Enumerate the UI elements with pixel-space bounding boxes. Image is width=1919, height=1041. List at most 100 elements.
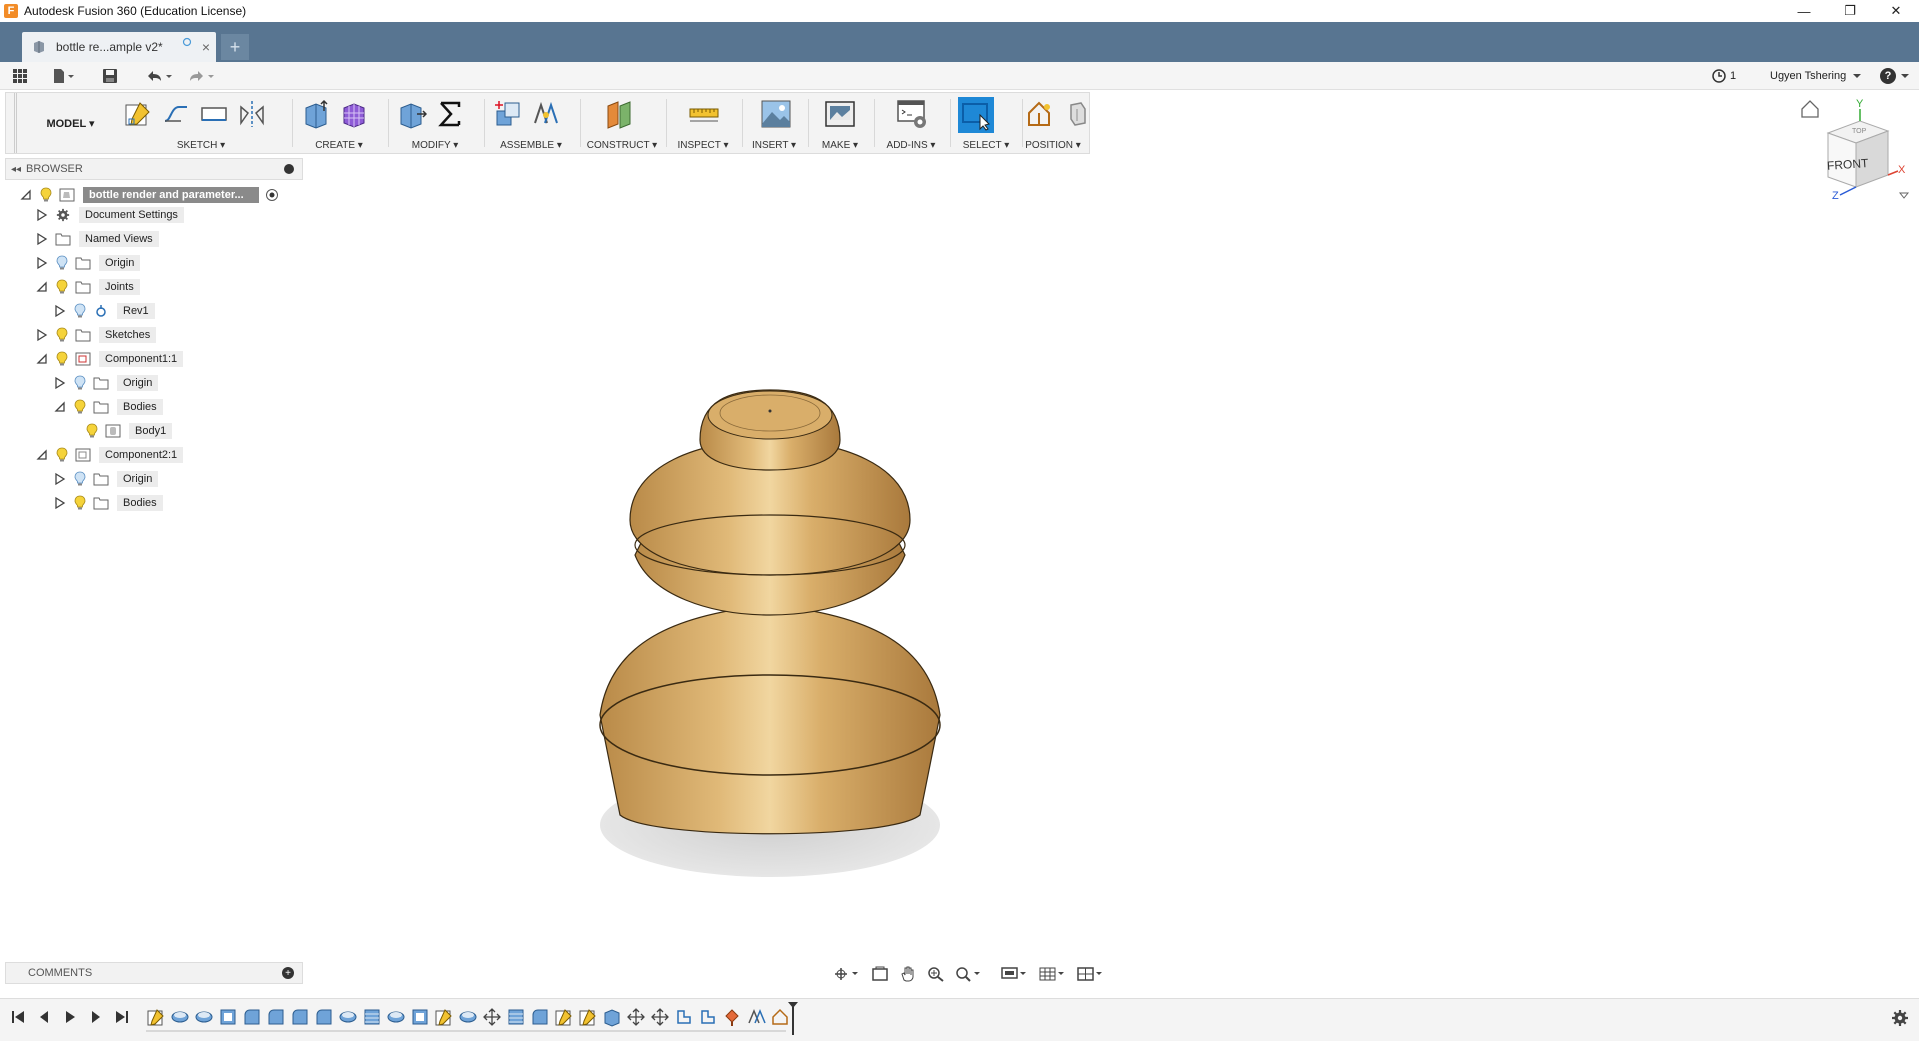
lightbulb-off-icon[interactable] <box>73 303 87 319</box>
modify-menu[interactable]: MODIFY ▾ <box>390 140 480 151</box>
press-pull-icon[interactable] <box>396 97 428 131</box>
viewcube-menu-icon[interactable] <box>1898 192 1910 199</box>
fit-zoom-icon[interactable] <box>952 963 986 985</box>
tree-item-origin[interactable]: Origin <box>35 252 141 274</box>
restore-button[interactable]: ❐ <box>1827 0 1873 22</box>
timeline-shell-icon[interactable] <box>410 1007 430 1027</box>
tree-item-component1[interactable]: Component1:1 <box>35 348 184 370</box>
bottle-3d-model[interactable] <box>590 385 950 905</box>
position-menu[interactable]: POSITION ▾ <box>1016 140 1090 151</box>
close-tab-button[interactable]: × <box>196 39 216 55</box>
lightbulb-icon[interactable] <box>73 495 87 511</box>
viewports-icon[interactable] <box>1074 963 1108 985</box>
timeline-align-icon[interactable] <box>674 1007 694 1027</box>
home-view-icon[interactable] <box>1801 100 1819 118</box>
collapse-browser-icon[interactable]: ◂◂ <box>6 164 26 175</box>
step-forward-icon[interactable] <box>88 1009 104 1025</box>
insert-image-icon[interactable] <box>760 97 792 131</box>
undo-icon[interactable] <box>144 66 174 86</box>
tree-item-component1-origin[interactable]: Origin <box>53 372 159 394</box>
user-account-menu[interactable]: Ugyen Tshering <box>1770 62 1862 90</box>
tree-item-document-settings[interactable]: Document Settings <box>35 204 184 226</box>
timeline-extrude-icon[interactable] <box>602 1007 622 1027</box>
orbit-icon[interactable] <box>830 963 864 985</box>
timeline-split-icon[interactable] <box>506 1007 526 1027</box>
play-icon[interactable] <box>62 1009 78 1025</box>
timeline-fillet-icon[interactable] <box>290 1007 310 1027</box>
timeline-revolve-icon[interactable] <box>458 1007 478 1027</box>
collapsed-triangle-icon[interactable] <box>35 208 49 222</box>
timeline-joint-icon[interactable] <box>722 1007 742 1027</box>
lightbulb-off-icon[interactable] <box>55 255 69 271</box>
sketch-menu[interactable]: SKETCH ▾ <box>116 140 286 151</box>
form-icon[interactable] <box>338 97 370 131</box>
browser-pin-icon[interactable] <box>284 164 294 174</box>
timeline-revolve-icon[interactable] <box>338 1007 358 1027</box>
save-icon[interactable] <box>102 66 118 86</box>
collapsed-triangle-icon[interactable] <box>35 256 49 270</box>
timeline-align-icon[interactable] <box>698 1007 718 1027</box>
timeline-split-icon[interactable] <box>362 1007 382 1027</box>
collapsed-triangle-icon[interactable] <box>35 232 49 246</box>
timeline-revolve-icon[interactable] <box>170 1007 190 1027</box>
tree-item-rev1[interactable]: Rev1 <box>53 300 155 322</box>
collapsed-triangle-icon[interactable] <box>53 472 67 486</box>
collapsed-triangle-icon[interactable] <box>53 496 67 510</box>
timeline-sketch-icon[interactable] <box>146 1007 166 1027</box>
tree-item-sketches[interactable]: Sketches <box>35 324 157 346</box>
timeline-shell-icon[interactable] <box>218 1007 238 1027</box>
workspace-switcher[interactable]: MODEL ▾ <box>14 93 124 153</box>
redo-icon[interactable] <box>186 66 216 86</box>
collapsed-triangle-icon[interactable] <box>53 304 67 318</box>
timeline-move-icon[interactable] <box>650 1007 670 1027</box>
add-comment-button[interactable]: + <box>282 967 294 979</box>
lightbulb-icon[interactable] <box>55 327 69 343</box>
display-settings-icon[interactable] <box>998 963 1032 985</box>
file-menu-icon[interactable] <box>52 66 76 86</box>
joint-icon[interactable] <box>530 97 562 131</box>
tree-item-component1-bodies[interactable]: Bodies <box>53 396 163 418</box>
create-menu[interactable]: CREATE ▾ <box>294 140 384 151</box>
viewcube[interactable]: TOP FRONT X Y Z <box>1800 95 1910 205</box>
timeline-sketch-icon[interactable] <box>434 1007 454 1027</box>
assemble-menu[interactable]: ASSEMBLE ▾ <box>486 140 576 151</box>
capture-position-icon[interactable] <box>1024 97 1056 131</box>
look-at-icon[interactable] <box>868 963 892 985</box>
insert-menu[interactable]: INSERT ▾ <box>744 140 804 151</box>
tree-item-component2-origin[interactable]: Origin <box>53 468 159 490</box>
new-component-icon[interactable] <box>492 97 524 131</box>
create-sketch-icon[interactable] <box>122 97 154 131</box>
make-menu[interactable]: MAKE ▾ <box>810 140 870 151</box>
parameters-sigma-icon[interactable] <box>434 97 466 131</box>
3d-print-icon[interactable] <box>824 97 856 131</box>
expanded-triangle-icon[interactable] <box>53 400 67 414</box>
grid-snap-icon[interactable] <box>1036 963 1070 985</box>
expanded-triangle-icon[interactable] <box>35 448 49 462</box>
tree-item-component2-bodies[interactable]: Bodies <box>53 492 163 514</box>
timeline-fillet-icon[interactable] <box>242 1007 262 1027</box>
data-panel-grid-icon[interactable] <box>12 66 28 86</box>
lightbulb-icon[interactable] <box>55 351 69 367</box>
rectangle-icon[interactable] <box>198 97 230 131</box>
minimize-button[interactable]: — <box>1781 0 1827 22</box>
construct-menu[interactable]: CONSTRUCT ▾ <box>582 140 662 151</box>
help-menu[interactable]: ? <box>1880 62 1910 90</box>
lightbulb-icon[interactable] <box>55 447 69 463</box>
new-tab-button[interactable]: + <box>221 34 249 60</box>
revert-position-icon[interactable] <box>1062 97 1094 131</box>
line-icon[interactable] <box>160 97 192 131</box>
activate-radio-icon[interactable] <box>265 188 279 202</box>
measure-icon[interactable] <box>688 97 720 131</box>
lightbulb-off-icon[interactable] <box>73 471 87 487</box>
addins-menu[interactable]: ADD-INS ▾ <box>876 140 946 151</box>
timeline-fillet-icon[interactable] <box>266 1007 286 1027</box>
step-back-icon[interactable] <box>36 1009 52 1025</box>
lightbulb-icon[interactable] <box>55 279 69 295</box>
tree-item-joints[interactable]: Joints <box>35 276 140 298</box>
timeline-joint-icon[interactable] <box>746 1007 766 1027</box>
expanded-triangle-icon[interactable] <box>19 188 33 202</box>
select-menu[interactable]: SELECT ▾ <box>952 140 1020 151</box>
lightbulb-icon[interactable] <box>39 187 53 203</box>
zoom-icon[interactable] <box>924 963 948 985</box>
timeline-sketch-icon[interactable] <box>554 1007 574 1027</box>
